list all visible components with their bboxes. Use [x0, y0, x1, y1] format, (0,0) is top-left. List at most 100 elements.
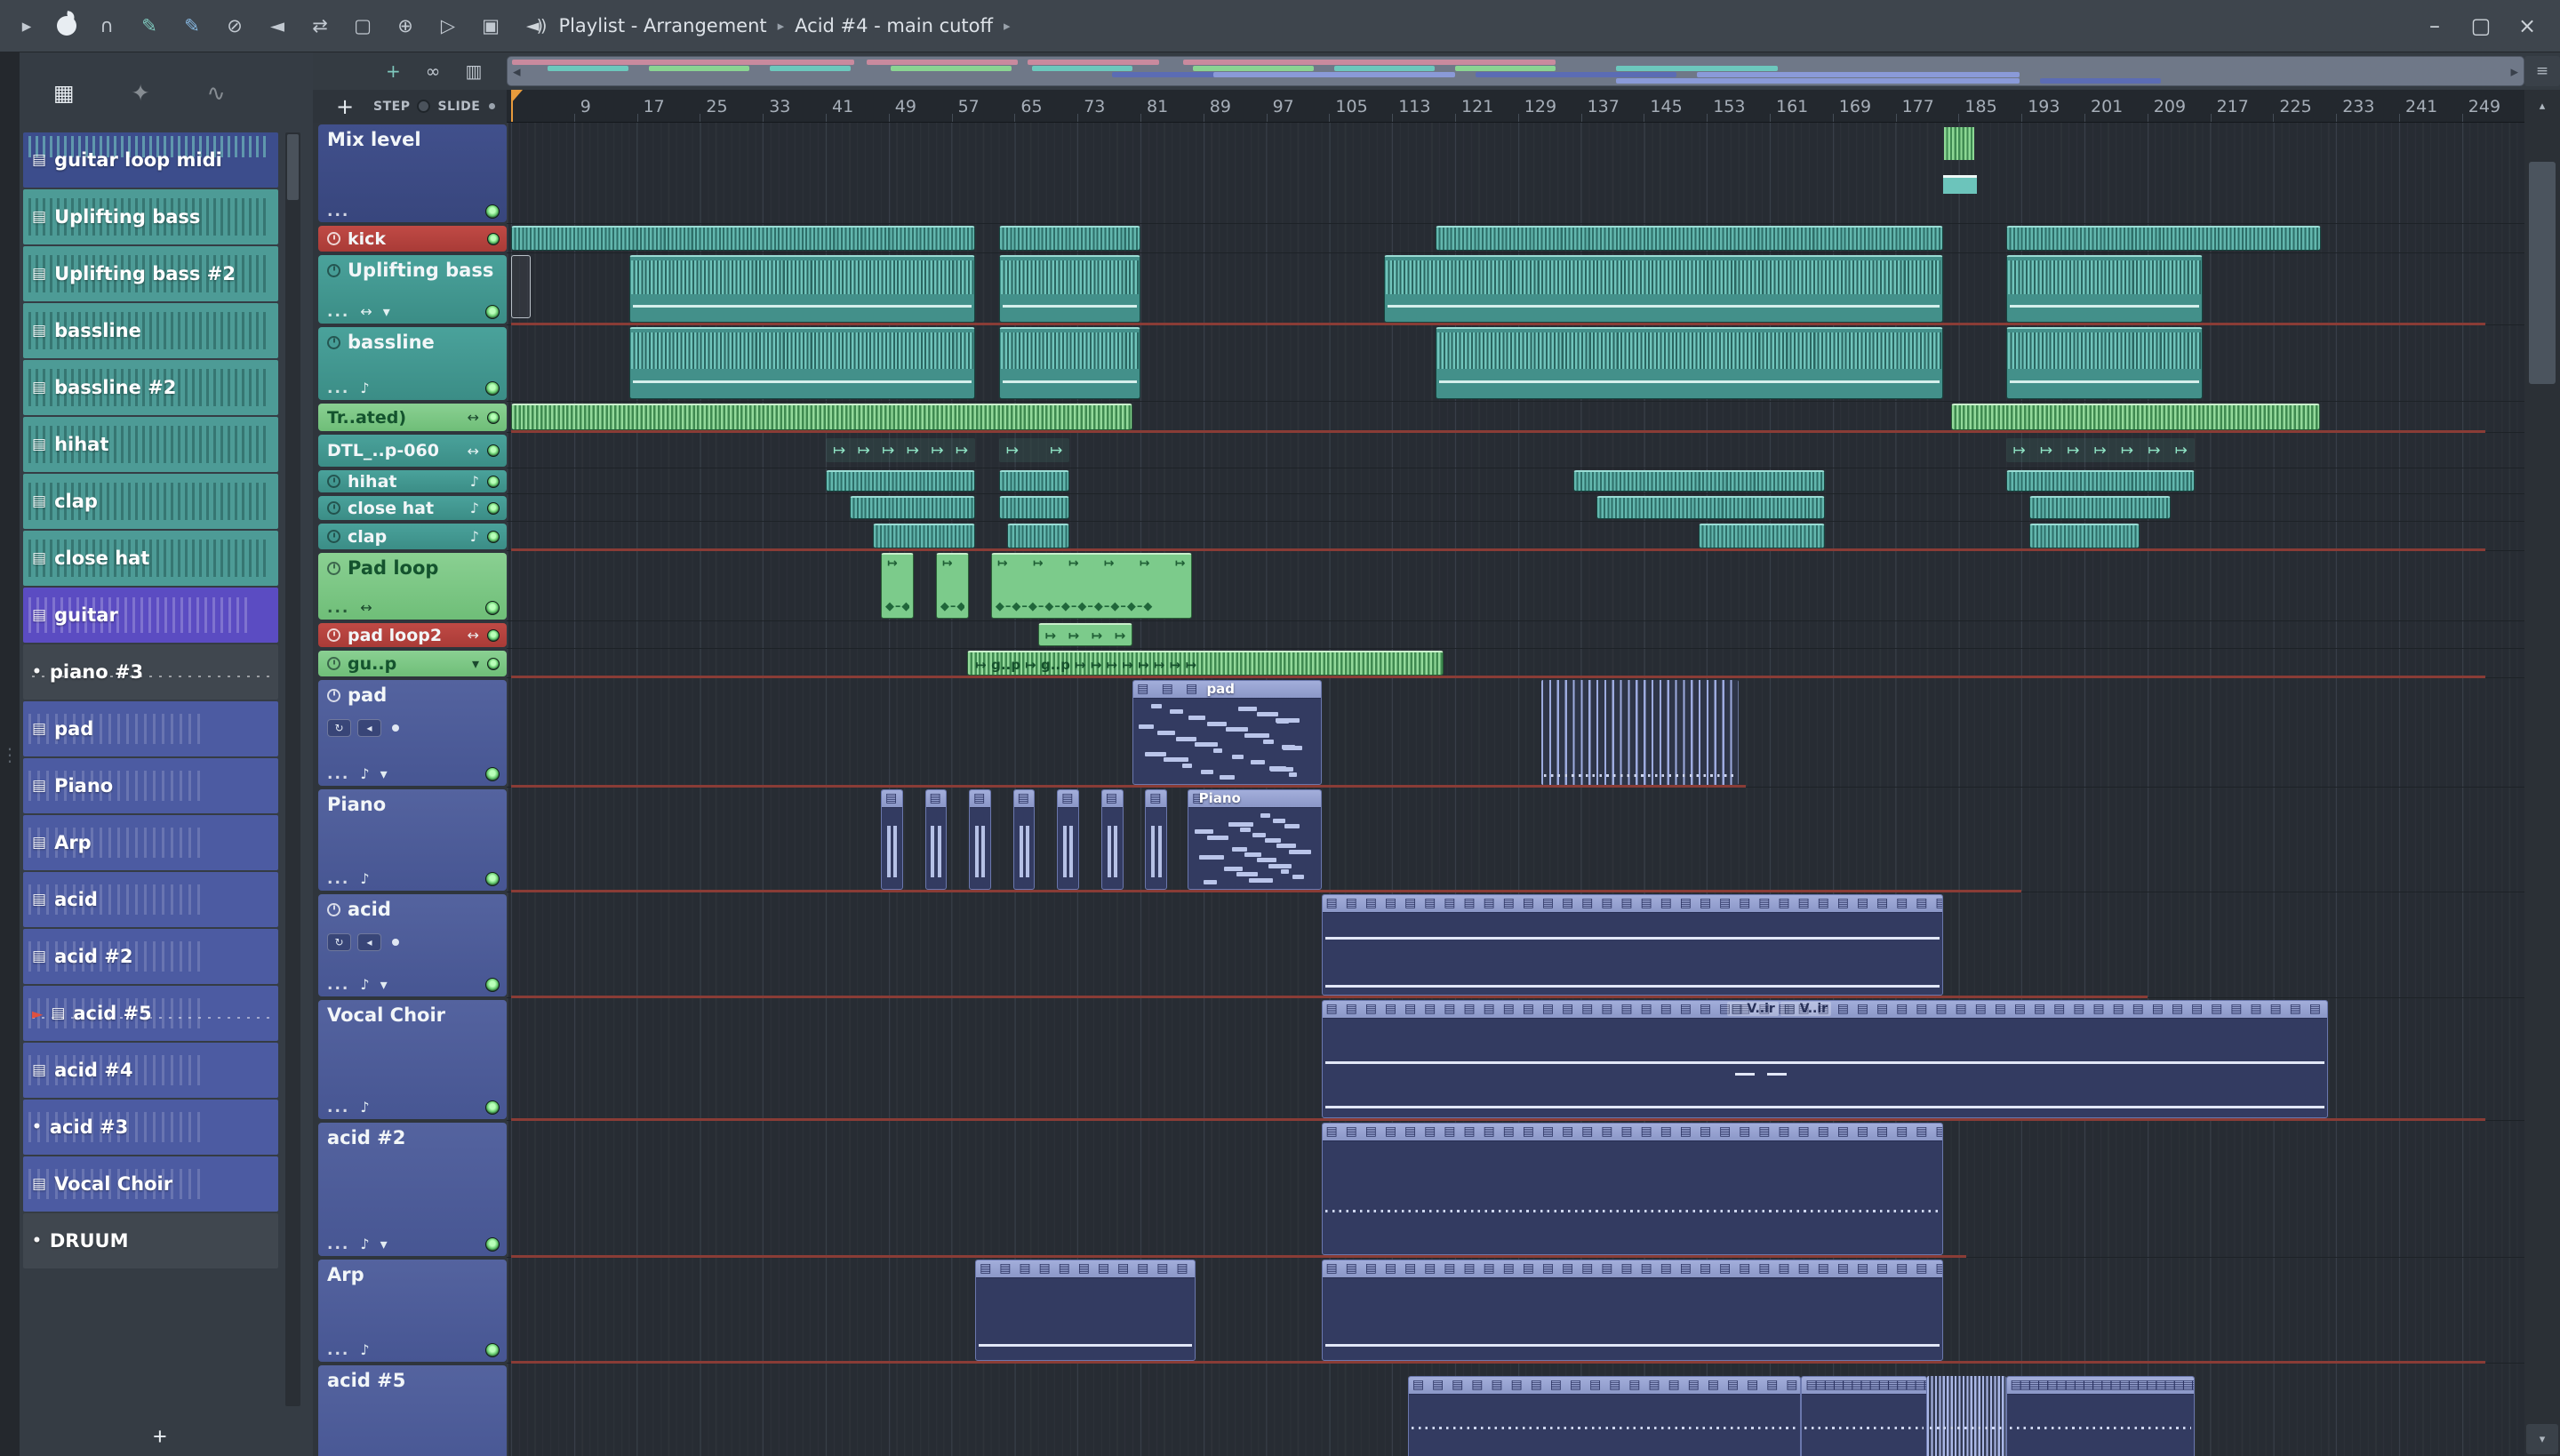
picker-item[interactable]: ▤ guitar: [23, 588, 278, 643]
audio-clip[interactable]: [2005, 470, 2195, 492]
audio-clip[interactable]: [2029, 496, 2172, 519]
mute-led[interactable]: [487, 628, 500, 642]
link-clips-icon[interactable]: ∞: [426, 60, 441, 82]
picker-item[interactable]: ▤ Uplifting bass: [23, 189, 278, 244]
pattern-clip[interactable]: ▤: [1145, 789, 1168, 890]
track-header[interactable]: Pad loop... ↔: [318, 553, 507, 620]
audio-clip[interactable]: [511, 404, 1133, 430]
menu-dots[interactable]: ...: [327, 977, 349, 992]
minimap-menu-button[interactable]: ≡: [2524, 56, 2560, 86]
layout-grid-icon[interactable]: ▦: [53, 80, 75, 106]
delete-tool-icon[interactable]: ⊘: [222, 15, 247, 36]
swap-icon[interactable]: ↔: [360, 303, 372, 320]
preview-monitor-icon[interactable]: ▣: [478, 15, 503, 36]
mute-led[interactable]: [485, 1342, 500, 1357]
picker-item[interactable]: ► ▤ acid #5: [23, 986, 278, 1041]
mute-led[interactable]: [485, 600, 500, 615]
pattern-clip[interactable]: ▤ ▤ ▤ ▤ ▤ ▤ ▤ ▤ ▤ ▤ ▤ ▤ ▤ ▤ ▤ ▤ ▤ ▤ ▤ ▤ ▤ ▤ ▤ ▤ ▤ ▤ ▤ ▤ ▤ ▤ ▤ ▤: [1321, 1123, 1943, 1255]
maximize-button[interactable]: ▢: [2464, 10, 2498, 42]
audio-clip[interactable]: [1435, 226, 1943, 251]
play-icon[interactable]: ▸: [14, 15, 39, 36]
pattern-clip[interactable]: ▤: [880, 789, 903, 890]
pattern-clip[interactable]: ▤ ▤ ▤ ▤ ▤ ▤ ▤ ▤ ▤ ▤ ▤ ▤ ▤ ▤ ▤ ▤ ▤ ▤ ▤ ▤ ▤ ▤ ▤ ▤ ▤ ▤ ▤ ▤ ▤ ▤ ▤ ▤: [1321, 1260, 1943, 1361]
track-header[interactable]: Tr..ated) ↔: [318, 404, 507, 431]
track-header[interactable]: pad ↻ ◂... ♪ ▾: [318, 680, 507, 786]
track-header[interactable]: hihat ♪: [318, 470, 507, 492]
menu-dots[interactable]: ...: [327, 204, 349, 220]
menu-dots[interactable]: ...: [327, 871, 349, 886]
audio-clip[interactable]: ↦ g..p ↦ g..p ↦ ↦ ↦ ↦ ↦ ↦ ↦ ↦: [967, 651, 1444, 676]
mute-led[interactable]: [485, 380, 500, 396]
preview-button[interactable]: ◂: [357, 933, 381, 951]
loop-button[interactable]: ↻: [327, 719, 351, 737]
pattern-clip[interactable]: ▤▤▤▤▤▤▤▤▤▤▤▤▤▤: [1801, 1376, 1927, 1456]
picker-item[interactable]: ▤ Piano: [23, 758, 278, 813]
chev-icon[interactable]: ▾: [380, 765, 388, 782]
chop-clip[interactable]: ↦ ↦ ↦ ↦ ↦ ↦ ↦: [2005, 438, 2195, 462]
mute-led[interactable]: [487, 530, 500, 543]
mute-led[interactable]: [487, 475, 500, 488]
menu-dots[interactable]: ...: [327, 304, 349, 319]
audio-clip[interactable]: ↦ ◆–◆: [880, 553, 915, 619]
mute-led[interactable]: [487, 657, 500, 670]
selection-outline[interactable]: [511, 255, 532, 318]
chev-icon[interactable]: ▾: [380, 1236, 388, 1252]
automation-clip[interactable]: [1942, 124, 1979, 221]
pattern-clip[interactable]: ▤: [1012, 789, 1036, 890]
audio-clip[interactable]: [998, 327, 1140, 399]
slide-mode-led[interactable]: [489, 103, 496, 109]
scroll-up-button[interactable]: ▴: [2524, 90, 2560, 123]
audio-clip[interactable]: [998, 470, 1070, 492]
picker-item[interactable]: ▤ bassline: [23, 303, 278, 358]
mute-led[interactable]: [487, 501, 500, 515]
zoom-tool-icon[interactable]: ⊕: [393, 15, 418, 36]
clip-area[interactable]: ↦ ↦ ↦ ↦ ↦ ↦ ↦ ↦ ↦ ↦ ↦ ↦ ↦ ↦ ↦ ↦ ◆–◆ ↦ ◆–◆ ↦ ↦ ↦ ↦ ↦ ↦ ◆–◆–◆–◆–◆–◆…: [507, 123, 2524, 1456]
mute-led[interactable]: [485, 304, 500, 319]
mute-led[interactable]: [485, 1236, 500, 1252]
left-edge-strip[interactable]: ⋮: [0, 52, 20, 1456]
preview-button[interactable]: ◂: [357, 719, 381, 737]
pattern-clip[interactable]: ▤▤▤▤▤▤▤▤▤▤▤▤: [975, 1260, 1196, 1361]
note-icon[interactable]: ♪: [470, 500, 479, 516]
audio-clip[interactable]: [628, 327, 976, 399]
mute-led[interactable]: [487, 232, 500, 245]
audio-clip[interactable]: [1006, 524, 1070, 548]
paint-tool-icon[interactable]: ✎: [180, 15, 204, 36]
picker-item[interactable]: ▤ hihat: [23, 417, 278, 472]
note-icon[interactable]: ♪: [360, 1099, 369, 1116]
track-header[interactable]: acid ↻ ◂... ♪ ▾: [318, 894, 507, 996]
track-header[interactable]: Vocal Choir... ♪: [318, 1000, 507, 1119]
swap-icon[interactable]: ↔: [468, 627, 479, 644]
swap-icon[interactable]: ↔: [360, 599, 372, 616]
move-tool-icon[interactable]: +: [386, 60, 401, 82]
audio-clip[interactable]: [1699, 524, 1825, 548]
track-header[interactable]: acid #2... ♪ ▾: [318, 1123, 507, 1256]
pattern-clip[interactable]: [1927, 1376, 2006, 1456]
chop-clip[interactable]: ↦ ↦ ↦ ↦ ↦ ↦: [826, 438, 976, 462]
audio-clip[interactable]: [998, 226, 1140, 251]
note-icon[interactable]: ♪: [360, 380, 369, 396]
menu-dots[interactable]: ...: [327, 600, 349, 615]
picker-item[interactable]: ▤ Arp: [23, 815, 278, 870]
mute-led[interactable]: [485, 1100, 500, 1115]
swap-icon[interactable]: ↔: [468, 443, 479, 460]
audio-clip[interactable]: [1435, 327, 1943, 399]
loop-button[interactable]: ↻: [327, 933, 351, 951]
filter-icon[interactable]: ✦: [132, 80, 150, 106]
chev-icon[interactable]: ▾: [380, 976, 388, 993]
menu-dots[interactable]: ...: [327, 1100, 349, 1115]
audio-clip[interactable]: [1384, 255, 1943, 323]
pattern-clip[interactable]: ▤: [1057, 789, 1079, 890]
audio-clip[interactable]: [2005, 255, 2203, 323]
mute-tool-icon[interactable]: ◄: [265, 15, 290, 36]
chev-icon[interactable]: ▾: [472, 655, 479, 672]
audio-clip[interactable]: [826, 470, 976, 492]
picker-item[interactable]: ▤ close hat: [23, 531, 278, 586]
pattern-clip[interactable]: ▤ ▤ ▤ ▤ ▤ ▤ ▤ ▤ ▤ ▤ ▤ ▤ ▤ ▤ ▤ ▤ ▤ ▤ ▤ ▤: [1407, 1376, 1802, 1456]
audio-clip[interactable]: [511, 226, 976, 251]
audio-clip[interactable]: [1572, 470, 1825, 492]
vertical-scrollbar-thumb[interactable]: [2529, 162, 2556, 384]
pattern-clip[interactable]: ▤: [924, 789, 948, 890]
track-header[interactable]: clap ♪: [318, 524, 507, 549]
picker-item[interactable]: • piano #3: [23, 644, 278, 700]
